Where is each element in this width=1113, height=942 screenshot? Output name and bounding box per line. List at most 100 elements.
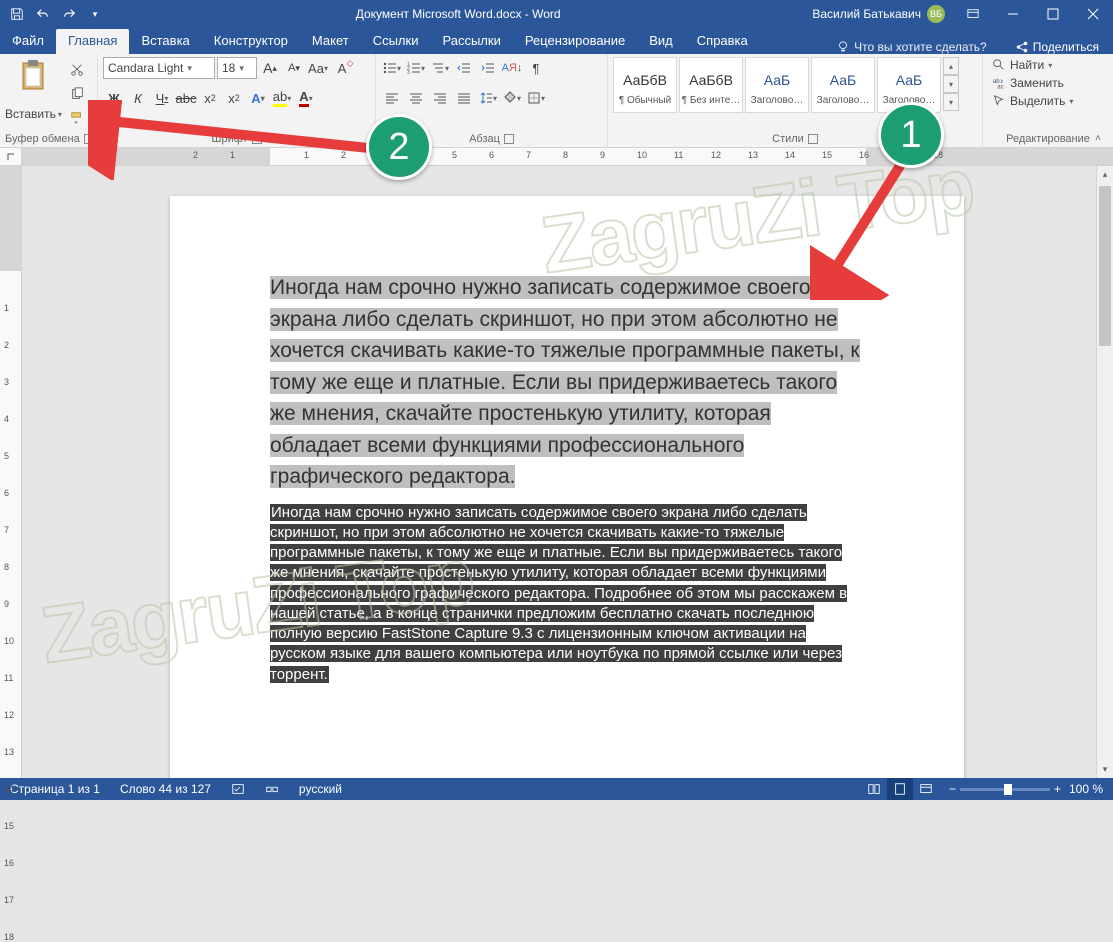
show-marks-icon[interactable]: ¶: [525, 57, 547, 79]
text-effects-icon[interactable]: A▾: [247, 87, 269, 109]
scroll-up-icon[interactable]: ▴: [1097, 166, 1113, 183]
styles-down-icon[interactable]: ▾: [943, 75, 959, 93]
decrease-indent-icon[interactable]: [453, 57, 475, 79]
view-web-icon[interactable]: [913, 778, 939, 800]
minimize-button[interactable]: [993, 0, 1033, 28]
bold-button[interactable]: Ж: [103, 87, 125, 109]
styles-group-label: Стили: [772, 133, 804, 145]
view-print-icon[interactable]: [887, 778, 913, 800]
status-spellcheck-icon[interactable]: [221, 782, 255, 796]
style-normal[interactable]: АаБбВ¶ Обычный: [613, 57, 677, 113]
tab-mailings[interactable]: Рассылки: [430, 29, 512, 54]
grow-font-icon[interactable]: A▴: [259, 57, 281, 79]
tell-me-search[interactable]: Что вы хотите сделать?: [822, 40, 1001, 54]
align-justify-icon[interactable]: [453, 87, 475, 109]
copy-icon[interactable]: [66, 83, 88, 105]
ruler-horizontal[interactable]: 21123456789101112131415161718: [22, 148, 1113, 165]
align-left-icon[interactable]: [381, 87, 403, 109]
save-icon[interactable]: [6, 3, 28, 25]
tab-review[interactable]: Рецензирование: [513, 29, 637, 54]
shading-icon[interactable]: ▾: [501, 87, 523, 109]
bullets-icon[interactable]: ▾: [381, 57, 403, 79]
doc-paragraph-1[interactable]: Иногда нам срочно нужно записать содержи…: [270, 272, 864, 493]
doc-paragraph-2[interactable]: Иногда нам срочно нужно записать содержи…: [270, 503, 864, 685]
superscript-button[interactable]: x2: [223, 87, 245, 109]
style-heading2[interactable]: АаБЗаголово…: [811, 57, 875, 113]
styles-dialog-icon[interactable]: [808, 134, 818, 144]
user-avatar[interactable]: ВБ: [927, 5, 945, 23]
format-painter-icon[interactable]: [66, 107, 88, 129]
zoom-in-icon[interactable]: +: [1054, 782, 1061, 796]
subscript-button[interactable]: x2: [199, 87, 221, 109]
view-read-icon[interactable]: [861, 778, 887, 800]
qat-dropdown-icon[interactable]: ▾: [84, 3, 106, 25]
ribbon-display-icon[interactable]: [953, 0, 993, 28]
user-name[interactable]: Василий Батькавич: [812, 7, 921, 21]
change-case-icon[interactable]: Aa▾: [307, 57, 329, 79]
scroll-down-icon[interactable]: ▾: [1097, 761, 1113, 778]
find-button[interactable]: Найти▾: [988, 57, 1108, 73]
style-heading3[interactable]: АаБЗаголово…: [877, 57, 941, 113]
search-icon: [992, 58, 1006, 72]
paste-button[interactable]: [11, 57, 55, 107]
shrink-font-icon[interactable]: A▾: [283, 57, 305, 79]
cut-icon[interactable]: [66, 59, 88, 81]
italic-button[interactable]: К: [127, 87, 149, 109]
align-center-icon[interactable]: [405, 87, 427, 109]
tab-layout[interactable]: Макет: [300, 29, 361, 54]
clear-format-icon[interactable]: A◇: [331, 57, 353, 79]
select-button[interactable]: Выделить▾: [988, 93, 1108, 109]
font-dialog-icon[interactable]: [252, 134, 262, 144]
align-right-icon[interactable]: [429, 87, 451, 109]
tab-view[interactable]: Вид: [637, 29, 685, 54]
tab-file[interactable]: Файл: [0, 29, 56, 54]
clipboard-icon: [19, 59, 47, 91]
tab-selector-icon[interactable]: [0, 148, 22, 166]
line-spacing-icon[interactable]: ▾: [477, 87, 499, 109]
replace-button[interactable]: abacЗаменить: [988, 75, 1108, 91]
paste-label[interactable]: Вставить▾: [5, 107, 62, 121]
zoom-slider[interactable]: [960, 788, 1050, 791]
font-color-icon[interactable]: A▾: [295, 87, 317, 109]
zoom-out-icon[interactable]: −: [949, 782, 956, 796]
scrollbar-vertical[interactable]: ▴ ▾: [1096, 166, 1113, 778]
tab-references[interactable]: Ссылки: [361, 29, 431, 54]
zoom-level[interactable]: 100 %: [1069, 782, 1103, 796]
highlight-icon[interactable]: ab▾: [271, 87, 293, 109]
redo-icon[interactable]: [58, 3, 80, 25]
borders-icon[interactable]: ▾: [525, 87, 547, 109]
underline-button[interactable]: Ч▾: [151, 87, 173, 109]
styles-up-icon[interactable]: ▴: [943, 57, 959, 75]
cursor-icon: [992, 94, 1006, 108]
font-size-select[interactable]: 18▾: [217, 57, 257, 79]
clipboard-dialog-icon[interactable]: [84, 134, 92, 144]
style-heading1[interactable]: АаБЗаголово…: [745, 57, 809, 113]
document-canvas[interactable]: Иногда нам срочно нужно записать содержи…: [22, 166, 1096, 778]
ruler-vertical[interactable]: 123456789101112131415161718: [0, 166, 22, 778]
status-language[interactable]: русский: [289, 782, 352, 796]
share-button[interactable]: Поделиться: [1001, 40, 1113, 54]
svg-text:3: 3: [407, 70, 410, 75]
tab-home[interactable]: Главная: [56, 29, 129, 54]
multilevel-icon[interactable]: ▾: [429, 57, 451, 79]
status-page[interactable]: Страница 1 из 1: [0, 782, 110, 796]
close-button[interactable]: [1073, 0, 1113, 28]
paragraph-dialog-icon[interactable]: [504, 134, 514, 144]
maximize-button[interactable]: [1033, 0, 1073, 28]
undo-icon[interactable]: [32, 3, 54, 25]
increase-indent-icon[interactable]: [477, 57, 499, 79]
collapse-ribbon-icon[interactable]: ˄: [1089, 131, 1107, 145]
sort-icon[interactable]: AЯ↓: [501, 57, 523, 79]
scroll-thumb[interactable]: [1099, 186, 1111, 346]
styles-more-icon[interactable]: ▾: [943, 93, 959, 111]
strikethrough-button[interactable]: abc: [175, 87, 197, 109]
building-blocks-icon[interactable]: [255, 782, 289, 796]
tab-insert[interactable]: Вставка: [129, 29, 201, 54]
style-nospacing[interactable]: АаБбВ¶ Без инте…: [679, 57, 743, 113]
font-name-select[interactable]: Candara Light▾: [103, 57, 215, 79]
status-words[interactable]: Слово 44 из 127: [110, 782, 221, 796]
clipboard-group-label: Буфер обмена: [5, 133, 80, 145]
numbering-icon[interactable]: 123▾: [405, 57, 427, 79]
tab-help[interactable]: Справка: [685, 29, 760, 54]
tab-design[interactable]: Конструктор: [202, 29, 300, 54]
